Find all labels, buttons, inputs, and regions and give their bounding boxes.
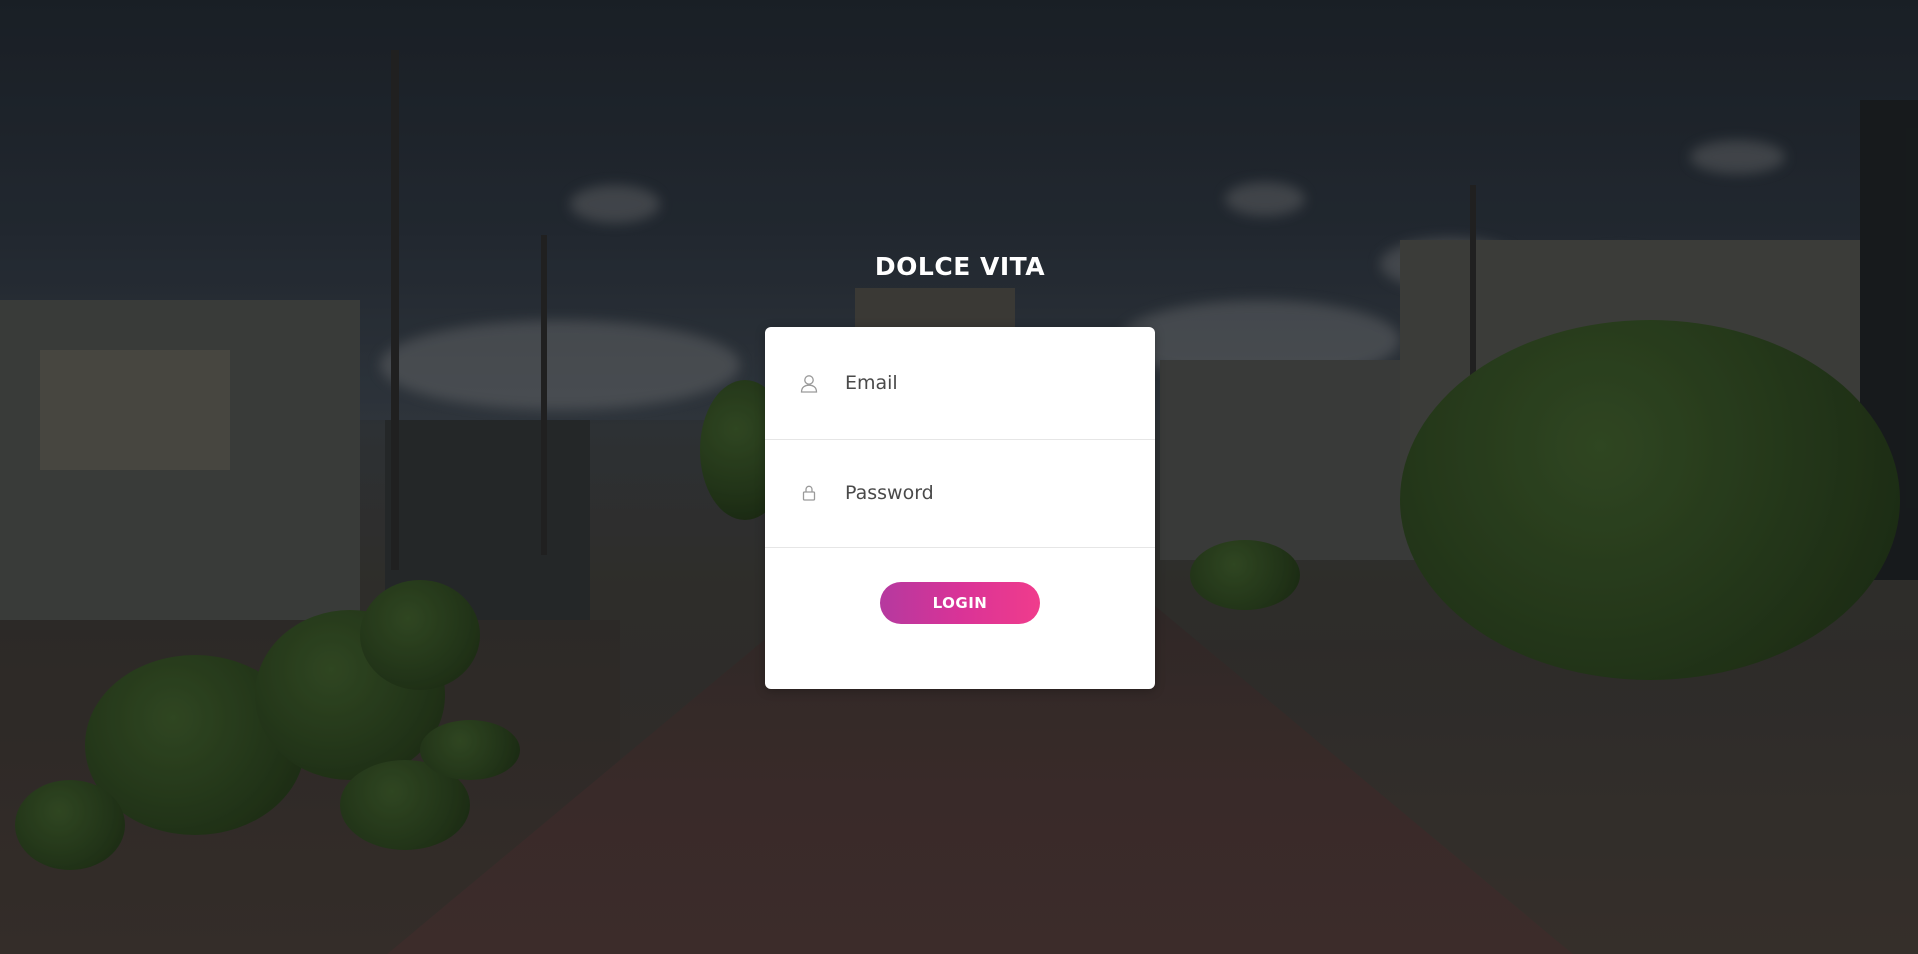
lock-icon <box>799 483 819 503</box>
email-row <box>765 327 1155 440</box>
brand-title: DOLCE VITA <box>874 252 1046 281</box>
login-button[interactable]: LOGIN <box>880 582 1040 624</box>
password-row <box>765 439 1155 548</box>
user-icon <box>799 373 819 393</box>
login-card: LOGIN <box>765 327 1155 689</box>
password-field[interactable] <box>845 482 1125 504</box>
email-field[interactable] <box>845 372 1125 394</box>
